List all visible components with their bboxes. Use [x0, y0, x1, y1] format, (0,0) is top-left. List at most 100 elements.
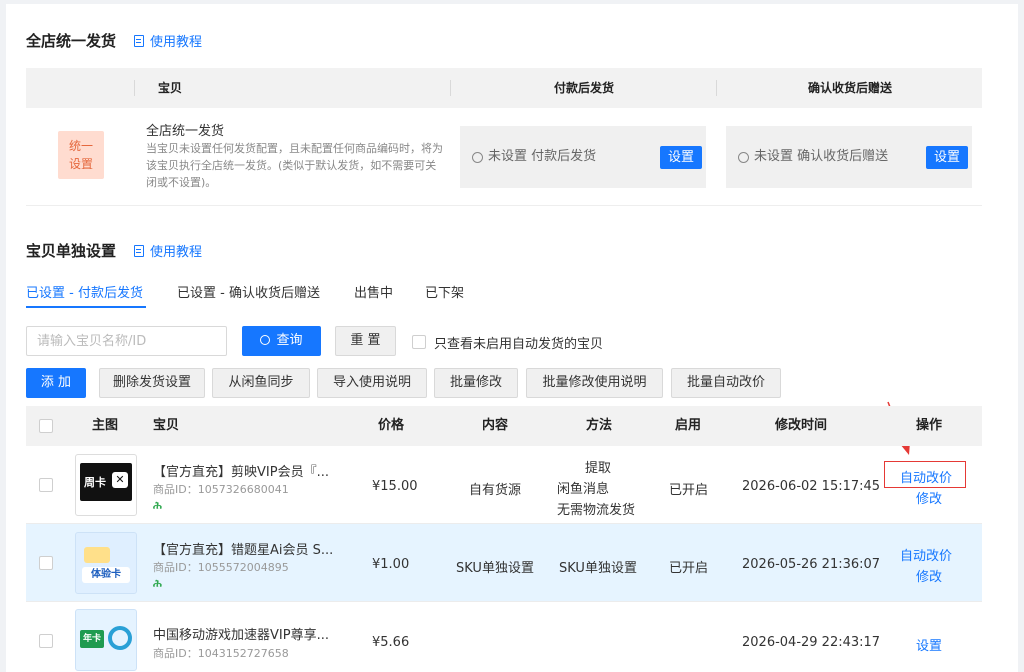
auto-price-link[interactable]: 自动改价	[900, 545, 952, 564]
product-title[interactable]: 【官方直充】错题星Ai会员 S...	[153, 539, 333, 558]
header-image: 主图	[92, 418, 119, 433]
sku-tree-icon: ሕ	[153, 577, 162, 590]
tab-after-receipt[interactable]: 已设置 - 确认收货后赠送	[177, 282, 320, 301]
tab-after-payment[interactable]: 已设置 - 付款后发货	[26, 282, 143, 301]
global-tutorial-link[interactable]: 使用教程	[134, 31, 202, 50]
badge-line-1: 统一	[68, 139, 93, 153]
header-item: 宝贝	[153, 418, 180, 433]
tab-off-shelf[interactable]: 已下架	[425, 282, 464, 301]
column-divider	[716, 80, 717, 96]
china-mobile-logo-icon	[108, 626, 132, 650]
global-table-header: 宝贝 付款后发货 确认收货后赠送	[26, 68, 982, 108]
after-payment-set-button[interactable]: 设置	[660, 146, 702, 169]
query-button[interactable]: 查询	[242, 326, 321, 356]
product-id: 商品ID：1057326680041	[153, 483, 289, 496]
product-method: SKU单独设置	[559, 561, 637, 576]
thumbnail-text: 年卡	[80, 630, 104, 648]
document-icon	[134, 34, 144, 47]
batch-edit-button[interactable]: 批量修改	[434, 368, 518, 398]
global-item-name: 全店统一发货	[146, 124, 225, 139]
import-guide-button[interactable]: 导入使用说明	[317, 368, 427, 398]
sync-button[interactable]: 从闲鱼同步	[212, 368, 310, 398]
auto-price-link[interactable]: 自动改价	[900, 467, 952, 486]
table-row: 年卡 中国移动游戏加速器VIP尊享... 商品ID：1043152727658 …	[26, 602, 982, 672]
row-checkbox[interactable]	[39, 478, 53, 492]
sku-tree-icon: ሕ	[153, 499, 162, 512]
only-unenabled-label: 只查看未启用自动发货的宝贝	[434, 337, 604, 352]
batch-auto-price-button[interactable]: 批量自动改价	[671, 368, 781, 398]
after-receipt-set-button[interactable]: 设置	[926, 146, 968, 169]
product-thumbnail: 体验卡	[75, 532, 137, 594]
header-method: 方法	[586, 418, 613, 433]
product-thumbnail: 周卡 ✕	[75, 454, 137, 516]
item-tutorial-label: 使用教程	[150, 245, 203, 260]
after-payment-status: 未设置 付款后发货	[472, 126, 596, 188]
global-section-title: 全店统一发货	[26, 32, 117, 50]
table-row: 周卡 ✕ 【官方直充】剪映VIP会员『... 商品ID：105732668004…	[26, 446, 982, 524]
add-button[interactable]: 添 加	[26, 368, 86, 398]
thumbnail-text: 周卡	[84, 476, 106, 489]
reset-button[interactable]: 重 置	[335, 326, 396, 356]
capcut-logo-icon: ✕	[112, 472, 128, 488]
header-price: 价格	[378, 418, 405, 433]
after-payment-status-label: 未设置 付款后发货	[488, 149, 597, 164]
product-content: SKU单独设置	[456, 561, 534, 576]
product-id: 商品ID：1043152727658	[153, 647, 289, 660]
table-row: 体验卡 【官方直充】错题星Ai会员 S... 商品ID：105557200489…	[26, 524, 982, 602]
product-price: ¥1.00	[372, 557, 410, 572]
set-link[interactable]: 设置	[916, 635, 942, 654]
batch-edit-guide-button[interactable]: 批量修改使用说明	[526, 368, 663, 398]
search-icon	[260, 335, 271, 345]
global-tutorial-label: 使用教程	[150, 35, 203, 50]
product-id: 商品ID：1055572004895	[153, 561, 289, 574]
item-tutorial-link[interactable]: 使用教程	[134, 241, 202, 260]
product-table-header: 主图 宝贝 价格 内容 方法 启用 修改时间 操作	[26, 406, 982, 446]
modified-time: 2026-06-02 15:17:45	[742, 479, 881, 494]
global-header-after-receipt: 确认收货后赠送	[808, 81, 893, 95]
tab-on-sale[interactable]: 出售中	[354, 282, 393, 301]
edit-link[interactable]: 修改	[916, 566, 942, 585]
select-all-checkbox[interactable]	[39, 419, 53, 433]
method-line-3: 无需物流发货	[557, 503, 636, 518]
enabled-status: 已开启	[669, 561, 709, 576]
search-input[interactable]	[26, 326, 227, 356]
row-checkbox[interactable]	[39, 634, 53, 648]
delete-setting-button[interactable]: 删除发货设置	[99, 368, 205, 398]
method-line-2: 闲鱼消息	[557, 482, 610, 497]
document-icon	[134, 244, 144, 257]
main-card: 全店统一发货 使用教程 宝贝 付款后发货 确认收货后赠送 统一 设置 全店统一发…	[6, 4, 1018, 672]
column-divider	[134, 80, 135, 96]
query-button-label: 查询	[276, 333, 303, 348]
thumbnail-card: 周卡 ✕	[80, 463, 132, 501]
edit-link[interactable]: 修改	[916, 488, 942, 507]
product-content: 自有货源	[469, 483, 522, 498]
product-price: ¥15.00	[372, 479, 418, 494]
column-divider	[450, 80, 451, 96]
radio-icon	[738, 151, 749, 163]
active-tab-indicator	[26, 306, 146, 308]
row-checkbox[interactable]	[39, 556, 53, 570]
item-section-title: 宝贝单独设置	[26, 242, 117, 260]
header-actions: 操作	[916, 418, 943, 433]
after-payment-setting-box: 未设置 付款后发货 设置	[460, 126, 706, 188]
product-title[interactable]: 【官方直充】剪映VIP会员『...	[153, 461, 329, 480]
badge-line-2: 设置	[68, 157, 93, 171]
after-receipt-status: 未设置 确认收货后赠送	[738, 126, 888, 188]
method-line-1: 提取	[585, 461, 612, 476]
thumbnail-text: 体验卡	[82, 567, 130, 583]
global-header-item: 宝贝	[158, 81, 183, 95]
after-receipt-setting-box: 未设置 确认收货后赠送 设置	[726, 126, 972, 188]
thumbnail-vip-card	[84, 547, 110, 563]
header-modified: 修改时间	[775, 418, 828, 433]
after-receipt-status-label: 未设置 确认收货后赠送	[754, 149, 889, 164]
product-thumbnail: 年卡	[75, 609, 137, 671]
modified-time: 2026-05-26 21:36:07	[742, 557, 881, 572]
only-unenabled-checkbox[interactable]	[412, 335, 426, 349]
header-enabled: 启用	[675, 418, 702, 433]
product-price: ¥5.66	[372, 635, 410, 650]
divider	[26, 205, 982, 206]
header-content: 内容	[482, 418, 509, 433]
radio-icon	[472, 151, 483, 163]
global-item-description: 当宝贝未设置任何发货配置，且未配置任何商品编码时，将为该宝贝执行全店统一发货。(…	[146, 142, 443, 189]
product-title[interactable]: 中国移动游戏加速器VIP尊享...	[153, 624, 329, 643]
